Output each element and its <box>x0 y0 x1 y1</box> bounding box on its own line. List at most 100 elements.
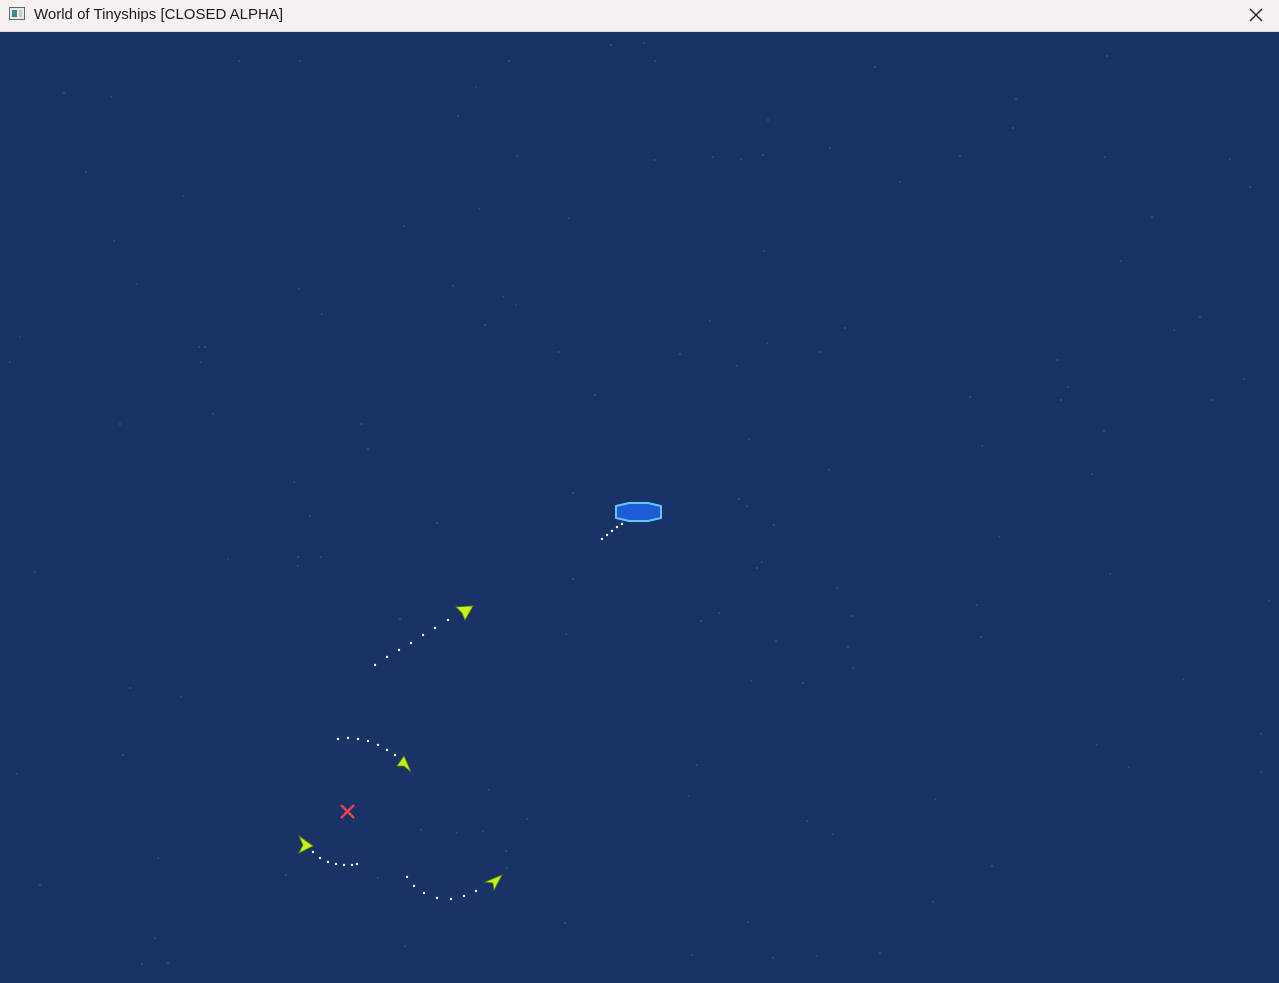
star-speck <box>141 963 143 965</box>
star-speck <box>227 558 229 560</box>
enemy-wake-trail <box>405 875 478 901</box>
target-x-marker <box>340 804 355 819</box>
enemy-wake-trail <box>336 736 397 757</box>
star-speck <box>899 181 901 183</box>
star-speck <box>1173 329 1175 331</box>
star-speck <box>457 115 459 117</box>
star-speck <box>572 578 574 580</box>
star-speck <box>19 336 21 338</box>
star-speck <box>691 954 693 956</box>
app-window-icon <box>9 7 25 20</box>
star-speck <box>654 159 656 161</box>
star-speck <box>309 515 311 517</box>
player-battleship[interactable] <box>615 502 662 522</box>
star-speck <box>526 818 528 820</box>
star-speck <box>320 556 322 558</box>
star-speck <box>1243 378 1245 380</box>
star-speck <box>136 283 138 285</box>
star-speck <box>298 288 300 290</box>
enemy-fighter[interactable] <box>396 755 412 773</box>
star-speck <box>643 42 645 44</box>
star-speck <box>1103 430 1105 432</box>
star-speck <box>874 66 876 68</box>
star-speck <box>802 682 804 684</box>
close-button[interactable] <box>1233 0 1279 31</box>
star-speck <box>484 324 486 326</box>
star-speck <box>565 633 567 635</box>
star-speck <box>750 680 752 682</box>
star-speck <box>679 353 681 355</box>
star-speck <box>436 522 438 524</box>
star-speck <box>505 850 507 852</box>
star-speck <box>832 833 834 835</box>
star-speck <box>167 962 169 964</box>
star-speck <box>129 687 131 689</box>
star-speck <box>360 423 362 425</box>
star-speck <box>110 96 112 98</box>
game-canvas[interactable] <box>0 32 1279 983</box>
star-speck <box>1104 156 1106 158</box>
star-speck <box>761 561 763 563</box>
star-speck <box>122 754 124 756</box>
star-speck <box>844 327 846 329</box>
star-speck <box>1128 766 1130 768</box>
star-speck <box>747 921 749 923</box>
star-speck <box>773 524 775 526</box>
star-speck <box>299 60 301 62</box>
star-speck <box>157 857 159 859</box>
star-speck <box>762 154 764 156</box>
star-speck <box>991 865 993 867</box>
star-speck <box>238 60 240 62</box>
star-speck <box>998 536 1000 538</box>
star-speck <box>976 604 978 606</box>
star-speck <box>879 952 881 954</box>
enemy-fighter[interactable] <box>455 605 474 621</box>
star-speck <box>16 773 18 775</box>
star-speck <box>709 320 711 322</box>
window-title: World of Tinyships [CLOSED ALPHA] <box>34 6 283 23</box>
star-speck <box>654 60 656 62</box>
star-speck <box>746 505 748 507</box>
enemy-fighter[interactable] <box>483 874 503 892</box>
game-window: World of Tinyships [CLOSED ALPHA] <box>0 0 1279 983</box>
star-speck <box>688 795 690 797</box>
star-speck <box>452 285 454 287</box>
star-speck <box>851 615 853 617</box>
star-speck <box>836 587 838 589</box>
star-speck <box>700 620 702 622</box>
star-speck <box>63 92 65 94</box>
star-speck <box>696 764 698 766</box>
star-speck <box>568 217 570 219</box>
star-speck <box>1211 399 1213 401</box>
star-speck <box>475 86 477 88</box>
star-speck <box>1182 678 1184 680</box>
enemy-fighter[interactable] <box>298 834 314 854</box>
star-speck <box>1096 744 1098 746</box>
star-speck <box>756 567 758 569</box>
star-speck <box>1056 359 1058 361</box>
star-speck <box>297 565 299 567</box>
star-speck <box>558 351 560 353</box>
star-speck <box>806 820 808 822</box>
star-speck <box>297 556 299 558</box>
star-speck <box>767 119 769 121</box>
star-speck <box>572 492 574 494</box>
star-speck <box>119 423 121 425</box>
star-speck <box>113 240 115 242</box>
close-icon <box>1249 8 1263 22</box>
star-speck <box>367 448 369 450</box>
enemy-wake-trail <box>373 618 450 667</box>
star-speck <box>420 829 422 831</box>
star-speck <box>1012 127 1014 129</box>
star-speck <box>969 396 971 398</box>
star-speck <box>1015 98 1017 100</box>
star-speck <box>9 361 11 363</box>
star-speck <box>1260 733 1262 735</box>
star-speck <box>1260 771 1262 773</box>
star-speck <box>506 867 508 869</box>
star-speck <box>1249 186 1251 188</box>
star-speck <box>399 618 401 620</box>
star-speck <box>1199 316 1201 318</box>
star-speck <box>478 208 480 210</box>
star-speck <box>182 195 184 197</box>
